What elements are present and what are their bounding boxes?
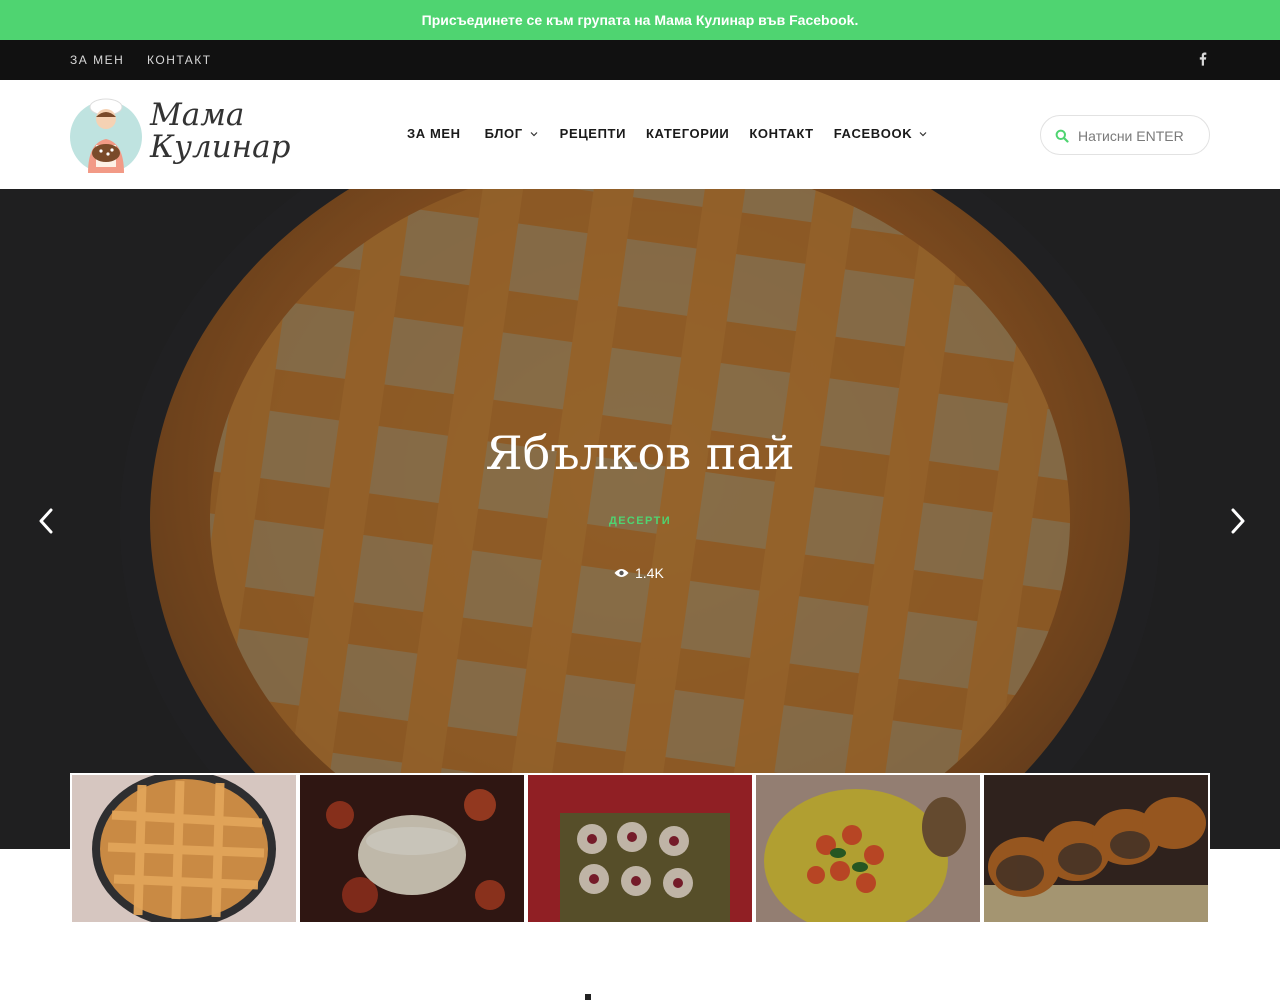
nav-item-categories[interactable]: КАТЕГОРИИ	[646, 126, 729, 141]
nav-item-facebook[interactable]: FACEBOOK	[834, 126, 927, 141]
section-heading-fragment	[585, 994, 591, 1000]
search-input[interactable]	[1078, 124, 1203, 148]
topbar-link-about[interactable]: ЗА МЕН	[70, 53, 124, 67]
chevron-right-icon[interactable]	[1228, 507, 1248, 535]
slider-thumbnails	[70, 773, 1210, 924]
chef-mascot-icon	[70, 98, 142, 173]
nav-item-about[interactable]: ЗА МЕН	[407, 126, 461, 141]
nav-label: РЕЦЕПТИ	[559, 126, 627, 141]
thumbnail-overlay	[528, 775, 752, 922]
promo-text[interactable]: Присъединете се към групата на Мама Кули…	[422, 12, 859, 28]
nav-label: КАТЕГОРИИ	[646, 126, 730, 141]
logo-line-2: Кулинар	[150, 129, 291, 165]
thumbnail-jam-cookies[interactable]	[528, 775, 752, 922]
hero-slider[interactable]: Ябълков пай ДЕСЕРТИ 1.4K	[0, 189, 1280, 849]
site-header: Мама Кулинар ЗА МЕН БЛОГ РЕЦЕПТИ КАТЕГОР…	[0, 80, 1280, 189]
nav-label: БЛОГ	[484, 126, 523, 141]
logo-line-1: Мама	[150, 97, 245, 133]
thumbnail-apple-pie[interactable]	[72, 775, 296, 922]
facebook-icon[interactable]	[1196, 52, 1210, 68]
thumbnail-overlay	[300, 775, 524, 922]
chevron-down-icon	[530, 131, 538, 136]
thumbnail-shrimp-plate[interactable]	[756, 775, 980, 922]
chevron-left-icon[interactable]	[36, 507, 56, 535]
nav-label: КОНТАКТ	[749, 126, 814, 141]
thumbnail-baked-cheese[interactable]	[300, 775, 524, 922]
search-box	[1040, 115, 1210, 155]
nav-item-recipes[interactable]: РЕЦЕПТИ	[560, 126, 626, 141]
promo-bar[interactable]: Присъединете се към групата на Мама Кули…	[0, 0, 1280, 40]
slide-category[interactable]: ДЕСЕРТИ	[0, 515, 1280, 527]
thumbnail-overlay	[756, 775, 980, 922]
chevron-down-icon	[919, 131, 927, 136]
search-icon[interactable]	[1055, 129, 1069, 143]
logo-text: Мама Кулинар	[150, 99, 290, 163]
topbar-link-contact[interactable]: КОНТАКТ	[147, 53, 212, 67]
thumbnail-overlay	[72, 775, 296, 922]
nav-item-blog[interactable]: БЛОГ	[485, 126, 538, 141]
main-nav: ЗА МЕН БЛОГ РЕЦЕПТИ КАТЕГОРИИ КОНТАКТ FA…	[407, 126, 947, 141]
nav-label: ЗА МЕН	[407, 126, 461, 141]
slide-title[interactable]: Ябълков пай	[0, 426, 1280, 480]
nav-label: FACEBOOK	[833, 126, 913, 141]
thumbnail-overlay	[984, 775, 1208, 922]
nav-item-contact[interactable]: КОНТАКТ	[749, 126, 813, 141]
slide-views: 1.4K	[614, 565, 664, 581]
views-count: 1.4K	[635, 565, 664, 581]
top-bar: ЗА МЕН КОНТАКТ	[0, 40, 1280, 80]
site-logo[interactable]: Мама Кулинар	[70, 95, 290, 175]
eye-icon	[614, 569, 629, 577]
thumbnail-braided-bread[interactable]	[984, 775, 1208, 922]
